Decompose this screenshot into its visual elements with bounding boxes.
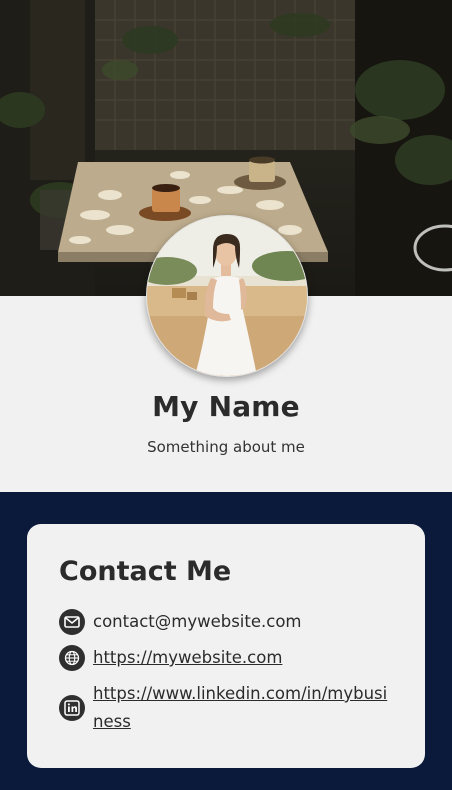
mail-icon bbox=[59, 609, 85, 635]
contact-row-linkedin: https://www.linkedin.com/in/mybusiness bbox=[59, 680, 393, 736]
contact-website-link[interactable]: https://mywebsite.com bbox=[93, 644, 282, 672]
profile-name: My Name bbox=[152, 390, 300, 423]
globe-icon bbox=[59, 645, 85, 671]
contact-email[interactable]: contact@mywebsite.com bbox=[93, 608, 302, 636]
profile-tagline: Something about me bbox=[147, 438, 305, 456]
profile-page: My Name Something about me Contact Me co… bbox=[0, 0, 452, 790]
contact-title: Contact Me bbox=[59, 556, 232, 587]
contact-linkedin-link[interactable]: https://www.linkedin.com/in/mybusiness bbox=[93, 680, 393, 736]
contact-row-website: https://mywebsite.com bbox=[59, 644, 282, 672]
profile-photo bbox=[147, 216, 307, 376]
avatar bbox=[146, 215, 308, 377]
linkedin-icon bbox=[59, 695, 85, 721]
contact-row-email: contact@mywebsite.com bbox=[59, 608, 302, 636]
